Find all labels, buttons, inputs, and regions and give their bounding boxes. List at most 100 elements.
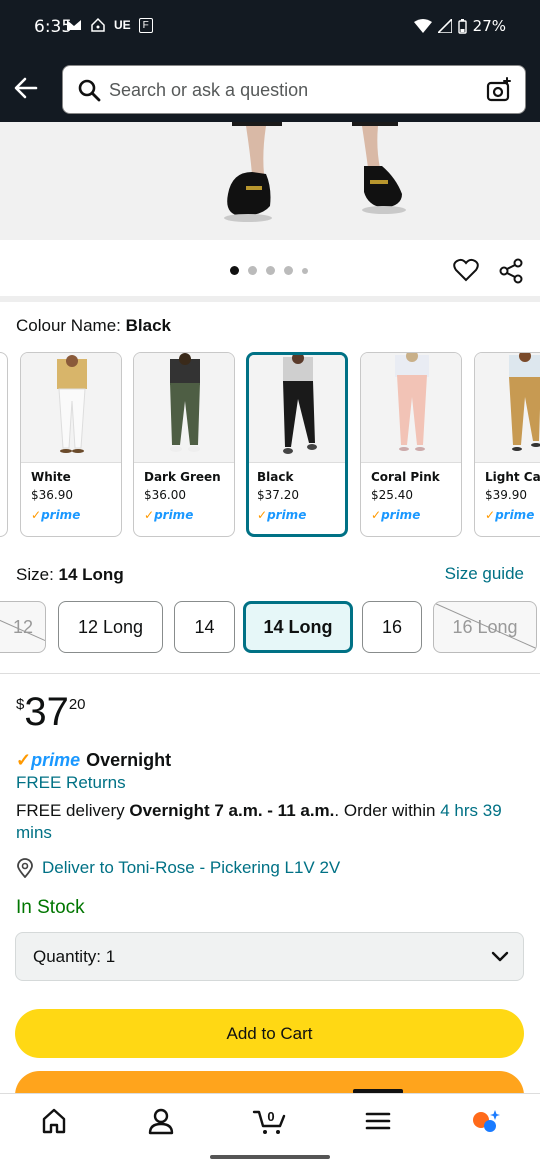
- svg-text:0: 0: [267, 1109, 274, 1124]
- swatch-image: [21, 353, 121, 463]
- size-label-text: Size:: [16, 565, 59, 584]
- pager-dot[interactable]: [248, 266, 257, 275]
- size-option-12[interactable]: 12: [0, 601, 46, 653]
- home-indicator: [210, 1155, 330, 1159]
- swatch-white[interactable]: White $36.90 ✓prime: [20, 352, 122, 537]
- search-icon: [78, 79, 101, 102]
- notification-icons: UE F: [66, 17, 153, 33]
- size-option-16[interactable]: 16: [362, 601, 422, 653]
- colour-swatch-row: White $36.90 ✓prime Dark Green $36.00 ✓p…: [0, 352, 540, 538]
- size-option-12-long[interactable]: 12 Long: [58, 601, 163, 653]
- size-option-14[interactable]: 14: [174, 601, 235, 653]
- share-icon[interactable]: [499, 258, 523, 284]
- swatch-image: [134, 353, 234, 463]
- status-right: 27%: [413, 17, 506, 35]
- pager-dot[interactable]: [284, 266, 293, 275]
- free-returns-link[interactable]: FREE Returns: [16, 773, 126, 793]
- search-input[interactable]: Search or ask a question: [62, 65, 526, 114]
- colour-value: Black: [125, 316, 171, 335]
- prime-badge: ✓prime: [371, 508, 421, 522]
- quantity-value: Quantity: 1: [33, 947, 116, 966]
- search-header: Search or ask a question: [0, 56, 540, 122]
- size-option-16-long[interactable]: 16 Long: [433, 601, 537, 653]
- swatch-name: Coral Pink: [371, 470, 440, 484]
- stock-status: In Stock: [16, 897, 85, 918]
- carrier-label: UE: [114, 18, 131, 32]
- price-currency: $: [16, 696, 25, 713]
- price-whole: 37: [24, 690, 69, 734]
- swatch-price: $37.20: [257, 488, 299, 502]
- deliver-to-link[interactable]: Deliver to Toni-Rose - Pickering L1V 2V: [16, 858, 340, 878]
- prime-text: prime: [41, 508, 81, 522]
- heart-icon[interactable]: [453, 258, 479, 282]
- rufus-ai-icon[interactable]: [470, 1106, 502, 1136]
- image-pager-dots[interactable]: [230, 266, 308, 275]
- swatch-name: Dark Green: [144, 470, 221, 484]
- size-option-14-long[interactable]: 14 Long: [243, 601, 353, 653]
- size-guide-link[interactable]: Size guide: [445, 564, 524, 584]
- home-status-icon: [91, 17, 105, 32]
- f-badge: F: [138, 17, 153, 33]
- menu-icon[interactable]: [362, 1106, 394, 1136]
- price-fraction: 20: [68, 696, 86, 713]
- swatch-image: [475, 353, 540, 463]
- battery-percent: 27%: [472, 17, 506, 35]
- swatch-image: [249, 355, 345, 463]
- prime-logo: ✓prime: [16, 750, 81, 770]
- chevron-down-icon: [491, 951, 509, 962]
- product-photo: [0, 122, 540, 240]
- account-icon[interactable]: [145, 1106, 177, 1136]
- size-value: 14 Long: [58, 565, 124, 584]
- delivery-speed: Overnight: [86, 750, 172, 770]
- prime-text: prime: [381, 508, 421, 522]
- status-bar: 6:35 UE F 27%: [0, 0, 540, 56]
- swatch-coral-pink[interactable]: Coral Pink $25.40 ✓prime: [360, 352, 462, 537]
- swatch-image: [361, 353, 461, 463]
- colour-label-text: Colour Name:: [16, 316, 126, 335]
- pager-dot[interactable]: [302, 267, 308, 274]
- size-label: Size: 14 Long: [16, 565, 124, 585]
- divider: [0, 673, 540, 674]
- home-icon[interactable]: [38, 1106, 70, 1136]
- camera-search-icon[interactable]: [485, 76, 513, 104]
- swatch-name: Light Cam: [485, 470, 540, 484]
- swatch-name: Black: [257, 470, 294, 484]
- price: $ 37 20: [16, 690, 86, 734]
- prime-text: prime: [267, 508, 307, 522]
- prime-badge: ✓prime: [485, 508, 535, 522]
- swatch-price: $36.00: [144, 488, 186, 502]
- swatch-partial[interactable]: [0, 352, 8, 537]
- delivery-window: Overnight 7 a.m. - 11 a.m.: [129, 801, 335, 820]
- add-to-cart-button[interactable]: Add to Cart: [15, 1009, 524, 1058]
- cart-icon[interactable]: 0: [252, 1106, 288, 1136]
- swatch-price: $39.90: [485, 488, 527, 502]
- prime-delivery: ✓prime Overnight: [16, 750, 171, 771]
- swatch-price: $25.40: [371, 488, 413, 502]
- product-image[interactable]: [0, 122, 540, 240]
- pager-dot[interactable]: [230, 266, 239, 275]
- size-options: 12 12 Long 14 14 Long 16 16 Long: [0, 601, 540, 655]
- delivery-mid: . Order within: [334, 801, 441, 820]
- delivery-info: FREE delivery Overnight 7 a.m. - 11 a.m.…: [16, 800, 516, 844]
- swatch-light-camel[interactable]: Light Cam $39.90 ✓prime: [474, 352, 540, 537]
- signal-icon: [437, 19, 452, 33]
- pager-dot[interactable]: [266, 266, 275, 275]
- prime-badge: ✓prime: [144, 508, 194, 522]
- prime-text: prime: [495, 508, 535, 522]
- search-placeholder: Search or ask a question: [109, 80, 309, 100]
- delivery-prefix: FREE delivery: [16, 801, 130, 820]
- prime-text: prime: [154, 508, 194, 522]
- swatch-dark-green[interactable]: Dark Green $36.00 ✓prime: [133, 352, 235, 537]
- back-arrow-icon[interactable]: [12, 74, 40, 102]
- swatch-name: White: [31, 470, 71, 484]
- colour-name-label: Colour Name: Black: [16, 316, 171, 336]
- location-pin-icon: [17, 858, 33, 878]
- battery-icon: [457, 18, 467, 34]
- wifi-icon: [413, 19, 432, 33]
- prime-logo-text: prime: [31, 750, 81, 770]
- mail-icon: [67, 20, 81, 30]
- section-divider: [0, 296, 540, 302]
- quantity-select[interactable]: Quantity: 1: [15, 932, 524, 981]
- swatch-black[interactable]: Black $37.20 ✓prime: [246, 352, 348, 537]
- prime-badge: ✓prime: [257, 508, 307, 522]
